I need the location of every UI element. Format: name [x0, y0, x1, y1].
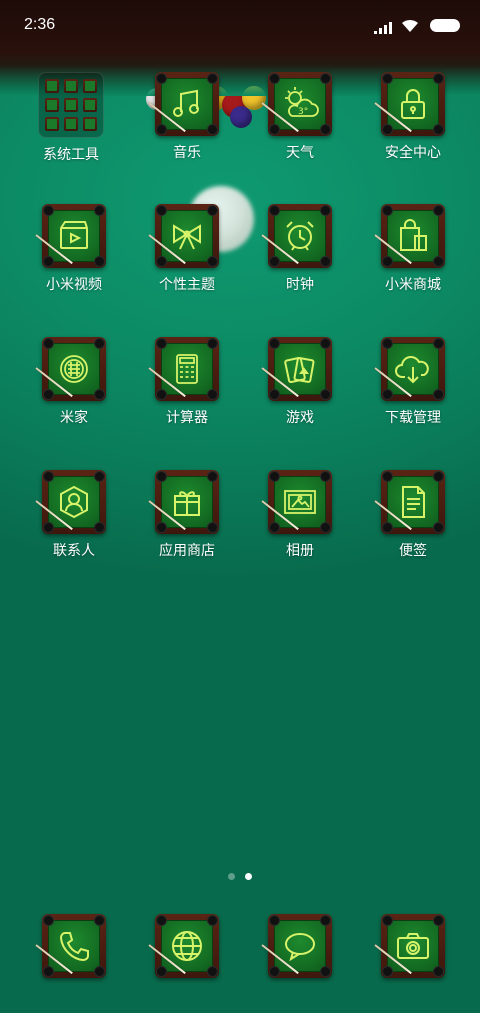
playing-cards-icon: [280, 349, 320, 389]
wifi-icon: [400, 17, 420, 37]
page-dot-active[interactable]: [245, 873, 252, 880]
music-note-icon: [167, 84, 207, 124]
video-clapper-icon: [54, 216, 94, 256]
app-label: 游戏: [286, 410, 314, 426]
app-calculator[interactable]: 计算器: [137, 337, 237, 427]
dock-phone[interactable]: [24, 914, 124, 978]
weather-cloud-sun-icon: 3°: [280, 84, 320, 124]
app-label: 个性主题: [159, 277, 215, 293]
gift-box-icon: [167, 482, 207, 522]
app-gallery[interactable]: 相册: [250, 470, 350, 560]
lock-icon: [393, 84, 433, 124]
page-dot[interactable]: [228, 873, 235, 880]
status-time: 2:36: [24, 16, 56, 33]
smart-home-icon: [54, 349, 94, 389]
app-label: 系统工具: [43, 147, 99, 163]
app-label: 下载管理: [385, 410, 441, 426]
app-label: 音乐: [173, 145, 201, 161]
bow-icon: [167, 216, 207, 256]
calculator-icon: [167, 349, 207, 389]
app-label: 相册: [286, 543, 314, 559]
photo-frame-icon: [280, 482, 320, 522]
globe-browser-icon: [167, 926, 207, 966]
app-label: 小米视频: [46, 277, 102, 293]
dock-messages[interactable]: [250, 914, 350, 978]
app-label: 天气: [286, 145, 314, 161]
app-weather[interactable]: 3° 天气: [250, 72, 350, 162]
app-mi-store[interactable]: 小米商城: [363, 204, 463, 294]
dock-browser[interactable]: [137, 914, 237, 978]
app-clock[interactable]: 时钟: [250, 204, 350, 294]
app-games[interactable]: 游戏: [250, 337, 350, 427]
app-security[interactable]: 安全中心: [363, 72, 463, 162]
app-label: 时钟: [286, 277, 314, 293]
battery-icon: [430, 19, 460, 32]
page-indicator: [0, 868, 480, 884]
app-label: 联系人: [53, 543, 95, 559]
app-themes[interactable]: 个性主题: [137, 204, 237, 294]
app-label: 便签: [399, 543, 427, 559]
app-app-store[interactable]: 应用商店: [137, 470, 237, 560]
app-label: 小米商城: [385, 277, 441, 293]
app-contacts[interactable]: 联系人: [24, 470, 124, 560]
phone-icon: [54, 926, 94, 966]
shopping-bag-icon: [393, 216, 433, 256]
notes-icon: [393, 482, 433, 522]
camera-icon: [393, 926, 433, 966]
app-downloads[interactable]: 下载管理: [363, 337, 463, 427]
app-mi-home[interactable]: 米家: [24, 337, 124, 427]
app-mi-video[interactable]: 小米视频: [24, 204, 124, 294]
app-system-tools[interactable]: 系统工具: [21, 72, 121, 164]
dock-camera[interactable]: [363, 914, 463, 978]
app-label: 应用商店: [159, 543, 215, 559]
app-label: 计算器: [166, 410, 208, 426]
cloud-download-icon: [393, 349, 433, 389]
message-bubble-icon: [280, 926, 320, 966]
status-bar: 2:36: [0, 0, 480, 50]
weather-temp: 3°: [298, 107, 308, 117]
app-label: 安全中心: [385, 145, 441, 161]
app-music[interactable]: 音乐: [137, 72, 237, 162]
contact-person-icon: [54, 482, 94, 522]
signal-icon: [374, 19, 392, 38]
app-notes[interactable]: 便签: [363, 470, 463, 560]
folder-icon: [38, 72, 104, 138]
alarm-clock-icon: [280, 216, 320, 256]
app-label: 米家: [60, 410, 88, 426]
